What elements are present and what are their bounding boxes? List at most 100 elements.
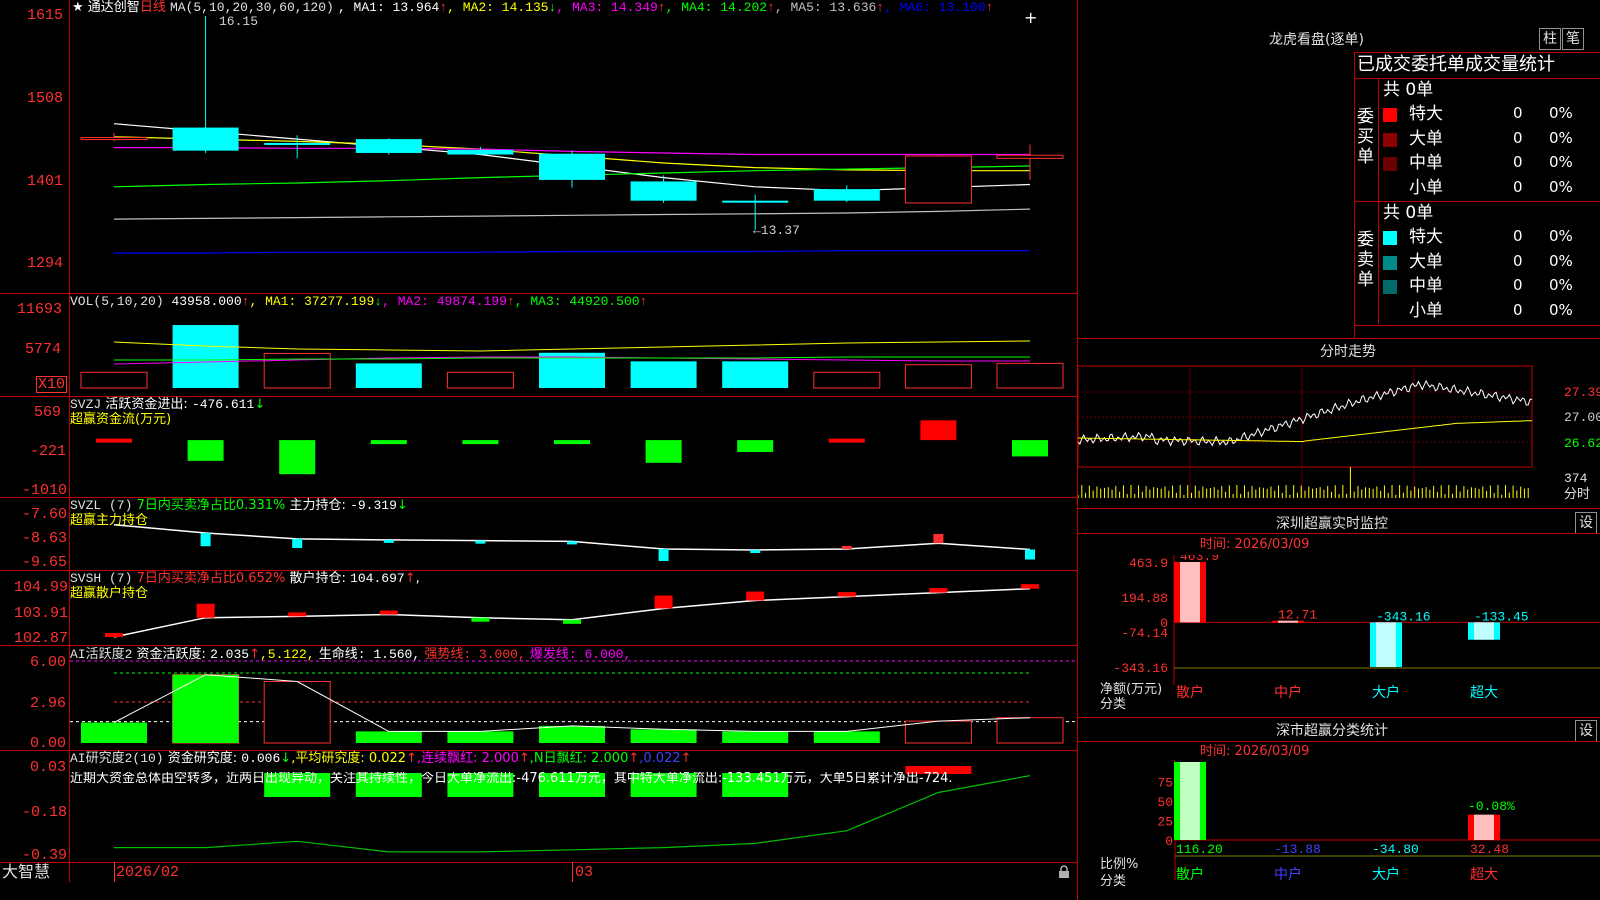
order-pct: 0% bbox=[1549, 177, 1573, 196]
position-change-mark bbox=[567, 541, 577, 545]
svzl-tick-760: -7.60 bbox=[22, 506, 68, 523]
flow-bar bbox=[737, 440, 774, 452]
legend-arrow-3: ↑ bbox=[767, 0, 775, 15]
ma-line-5 bbox=[113, 208, 1031, 220]
active-bar bbox=[355, 731, 422, 743]
intraday-vol-tick: 374 bbox=[1564, 471, 1588, 486]
retail-change-mark bbox=[1021, 584, 1039, 589]
buy-side-char-1: 委 bbox=[1357, 107, 1374, 127]
ma-title: MA(5,10,20,30,60,120) bbox=[169, 0, 334, 15]
volume-bar bbox=[630, 361, 697, 388]
flow-bar bbox=[920, 420, 957, 441]
monitor-bar-value: -343.16 bbox=[1376, 609, 1431, 624]
intraday-chart[interactable] bbox=[1078, 362, 1600, 507]
ai-research-nred-arrow: ↑ bbox=[628, 751, 640, 766]
svsh-ratio: 7日内买卖净占比0.652% bbox=[136, 571, 286, 586]
order-color-swatch bbox=[1383, 157, 1397, 171]
legend-item-3: , MA4: 14.202 bbox=[665, 0, 768, 15]
classify-category: 散户 bbox=[1176, 866, 1204, 884]
volume-bar bbox=[813, 371, 881, 389]
classify-bar-label: -0.08% bbox=[1468, 799, 1515, 814]
order-count: 0 bbox=[1513, 276, 1523, 294]
ai-active-burst: 爆发线: 6.000, bbox=[529, 647, 632, 662]
candlestick-chart[interactable] bbox=[0, 0, 1077, 293]
active-bar-hollow bbox=[996, 717, 1064, 744]
classify-bar-chart[interactable]: 75 50 25 0116.20 散户 -13.88 中户 -34.80 大户 32.48 超大 -0… bbox=[1078, 760, 1600, 900]
close-icon[interactable]: + bbox=[1024, 10, 1037, 26]
vol-title: VOL(5,10,20) bbox=[70, 294, 164, 309]
order-color-swatch bbox=[1383, 255, 1397, 270]
ai-research-arrow: ↓ bbox=[280, 751, 292, 766]
star-icon[interactable]: ★ bbox=[72, 0, 84, 15]
svzl-arrow: ↓ bbox=[396, 498, 408, 513]
order-row: 小单 0 0% bbox=[1379, 178, 1600, 200]
candle-body-down bbox=[355, 139, 422, 153]
retail-change-mark bbox=[746, 591, 765, 601]
classify-y-tick: 25 bbox=[1157, 815, 1173, 830]
svzj-legend: SVZJ 活跃资金进出: -476.611↓ bbox=[70, 398, 265, 411]
svzl-label: 主力持仓: bbox=[289, 498, 346, 513]
volume-bar bbox=[446, 371, 514, 389]
position-change-mark bbox=[200, 533, 211, 547]
order-row: 大单 0 0% bbox=[1379, 252, 1600, 274]
order-type: 特大 bbox=[1409, 227, 1443, 247]
monitor-settings-button[interactable]: 设 bbox=[1575, 512, 1597, 534]
order-row: 小单 0 0% bbox=[1379, 301, 1600, 323]
column-button[interactable]: 柱 bbox=[1539, 28, 1561, 50]
monitor-y-tick: -74.14 bbox=[1121, 626, 1168, 641]
high-label: 16.15 bbox=[219, 14, 259, 29]
monitor-y-tick: -343.16 bbox=[1113, 661, 1168, 676]
volume-bar bbox=[722, 361, 789, 388]
position-change-mark bbox=[750, 550, 761, 554]
buy-total: 共 0单 bbox=[1383, 80, 1434, 100]
brand-label[interactable]: 大智慧 bbox=[2, 864, 50, 880]
legend-arrow-2: ↑ bbox=[657, 0, 666, 15]
classify-category: 中户 bbox=[1274, 866, 1302, 884]
classify-bar-value: -34.80 bbox=[1372, 842, 1419, 857]
vol-tick-5774: 5774 bbox=[25, 341, 62, 358]
flow-bar bbox=[645, 440, 682, 463]
svzj-arrow: ↓ bbox=[254, 397, 266, 412]
low-label: ←13.37 bbox=[753, 223, 800, 238]
order-count: 0 bbox=[1513, 300, 1523, 319]
ai-active-value: 2.035 bbox=[210, 647, 250, 662]
order-count: 0 bbox=[1513, 251, 1523, 270]
order-color-swatch bbox=[1383, 231, 1397, 245]
volume-bar bbox=[996, 362, 1064, 389]
retail-change-mark bbox=[929, 588, 948, 593]
retail-change-mark bbox=[563, 619, 581, 624]
candle-body-down bbox=[264, 142, 331, 145]
svsh-arrow: ↑ bbox=[404, 571, 416, 586]
active-bar-peak bbox=[172, 674, 239, 743]
ai-active-value2: ,5.122, bbox=[260, 647, 315, 662]
intraday-tick-2700: 27.00 bbox=[1564, 410, 1600, 425]
retail-change-mark bbox=[654, 595, 673, 609]
classify-settings-button[interactable]: 设 bbox=[1575, 720, 1597, 742]
ai-research-red-arrow: ↑ bbox=[518, 751, 530, 766]
ai-research-chart[interactable] bbox=[0, 751, 1077, 862]
order-color-swatch bbox=[1383, 280, 1397, 294]
legend-item-4: , MA5: 13.636 bbox=[774, 0, 877, 15]
flow-bar bbox=[187, 440, 224, 461]
order-count: 0 bbox=[1513, 153, 1523, 171]
candle-body-down bbox=[722, 200, 789, 203]
order-pct: 0% bbox=[1549, 227, 1573, 245]
stroke-button[interactable]: 笔 bbox=[1562, 28, 1584, 50]
svzj-title: SVZJ bbox=[70, 397, 102, 412]
sell-side-char-2: 卖 bbox=[1357, 250, 1374, 270]
svzl-title: SVZL (7) bbox=[70, 498, 133, 513]
sell-side-char-1: 委 bbox=[1357, 230, 1374, 250]
period-label[interactable]: 日线 bbox=[140, 0, 166, 15]
ai-active-arrow: ↑ bbox=[249, 647, 260, 662]
flow-bar bbox=[96, 438, 132, 443]
classify-x-caption: 分类 bbox=[1100, 874, 1127, 889]
main-position-line bbox=[113, 523, 1031, 551]
x-tick-mark-2 bbox=[572, 862, 573, 882]
lock-icon[interactable] bbox=[1058, 864, 1070, 878]
order-row: 特大 0 0% bbox=[1379, 227, 1600, 249]
classify-bar-shine bbox=[1180, 762, 1200, 840]
volume-chart[interactable] bbox=[0, 294, 1077, 396]
legend-item-1: , MA2: 49874.199 bbox=[382, 294, 507, 309]
ai-active-title: AI活跃度2 bbox=[70, 647, 133, 662]
sell-side-char-3: 单 bbox=[1357, 270, 1374, 290]
